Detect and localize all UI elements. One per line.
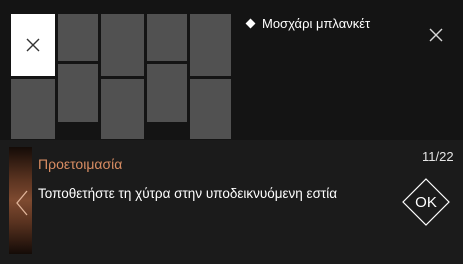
- top-panel: Μοσχάρι μπλανκέτ: [0, 0, 463, 140]
- thumbnail-grid: [11, 14, 231, 139]
- thumbnail[interactable]: [147, 64, 187, 122]
- ok-button[interactable]: OK: [402, 178, 450, 226]
- ok-button-label: OK: [415, 193, 437, 211]
- thumbnail[interactable]: [11, 79, 55, 139]
- dish-title: Μοσχάρι μπλανκέτ: [262, 16, 371, 31]
- cooking-screen: Μοσχάρι μπλανκέτ Προετοιμασία 11/22 Τοπο…: [0, 0, 463, 264]
- step-counter: 11/22: [422, 149, 454, 164]
- thumbnail[interactable]: [190, 79, 231, 139]
- dish-title-row: Μοσχάρι μπλανκέτ: [245, 16, 370, 31]
- thumbnail[interactable]: [58, 14, 98, 61]
- thumbnail[interactable]: [58, 64, 98, 122]
- thumbnail[interactable]: [101, 79, 144, 139]
- thumbnail[interactable]: [147, 14, 187, 61]
- thumbnail-selected[interactable]: [11, 14, 55, 76]
- close-icon[interactable]: [428, 27, 444, 43]
- chevron-left-icon[interactable]: [15, 190, 29, 216]
- thumbnail[interactable]: [190, 14, 231, 76]
- step-instruction: Τοποθετήστε τη χύτρα στην υποδεικνυόμενη…: [38, 186, 338, 201]
- thumbnail[interactable]: [101, 14, 144, 76]
- step-label: Προετοιμασία: [38, 156, 123, 172]
- close-icon: [26, 38, 40, 52]
- diamond-icon: [245, 18, 256, 29]
